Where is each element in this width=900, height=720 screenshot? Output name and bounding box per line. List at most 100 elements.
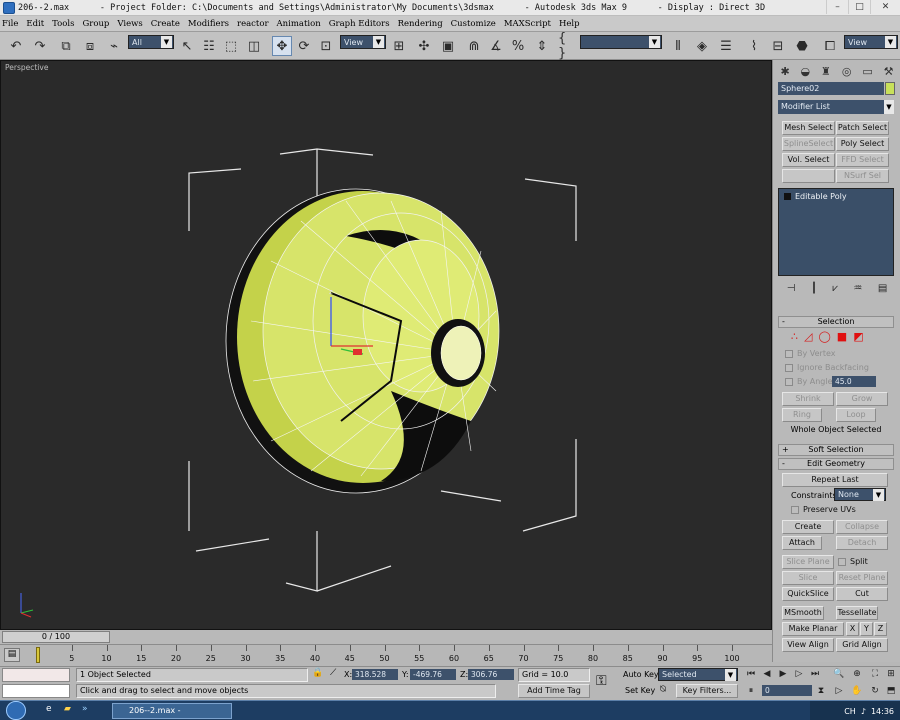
reference-coordinate-dropdown[interactable]: View: [340, 35, 386, 49]
window-crossing-icon[interactable]: ◫: [244, 36, 264, 56]
current-frame-field[interactable]: 0: [762, 685, 812, 696]
selection-region-icon[interactable]: ⬚: [222, 36, 240, 56]
create-button[interactable]: Create: [782, 520, 834, 534]
object-color-swatch[interactable]: [885, 82, 895, 95]
loop-button[interactable]: Loop: [836, 408, 876, 422]
menu-graph-editors[interactable]: Graph Editors: [329, 19, 390, 29]
menu-maxscript[interactable]: MAXScript: [504, 19, 551, 29]
lock-selection-icon[interactable]: 🔒: [312, 668, 323, 678]
remove-modifier-icon[interactable]: ♒: [853, 283, 862, 294]
zoom-all-icon[interactable]: ⊕: [850, 668, 864, 680]
key-filters-button[interactable]: Key Filters...: [676, 684, 738, 698]
polygon-icon[interactable]: ■: [837, 330, 847, 344]
by-vertex-checkbox[interactable]: By Vertex: [785, 349, 835, 358]
poly-select-button[interactable]: Poly Select: [836, 137, 889, 151]
keyboard-shortcut-icon[interactable]: ▣: [438, 36, 458, 56]
border-icon[interactable]: ◯: [818, 330, 830, 344]
nsurf-sel-button[interactable]: NSurf Sel: [836, 169, 889, 183]
ignore-backfacing-checkbox[interactable]: Ignore Backfacing: [785, 363, 869, 372]
language-indicator[interactable]: CH: [844, 707, 856, 716]
set-keys-key-icon[interactable]: ⚿: [596, 673, 607, 689]
modifier-stack[interactable]: Editable Poly: [778, 188, 894, 276]
mesh-select-button[interactable]: Mesh Select: [782, 121, 835, 135]
show-end-result-icon[interactable]: ┃: [811, 283, 817, 294]
z-coord-spinner[interactable]: 306.76: [468, 669, 514, 680]
angle-spinner[interactable]: 45.0: [832, 376, 876, 387]
modifier-list-dropdown[interactable]: Modifier List: [778, 100, 894, 114]
preserve-uvs-checkbox[interactable]: Preserve UVs: [791, 505, 856, 514]
select-by-name-icon[interactable]: ☷: [200, 36, 218, 56]
y-coord-spinner[interactable]: -469.76: [410, 669, 456, 680]
attach-button[interactable]: Attach: [782, 536, 822, 550]
menu-reactor[interactable]: reactor: [237, 19, 269, 29]
time-slider[interactable]: 0 / 100: [2, 631, 110, 643]
ffd-select-button[interactable]: FFD Select: [836, 153, 889, 167]
by-angle-checkbox[interactable]: By Angle:: [785, 377, 835, 386]
play-icon[interactable]: ▶: [776, 668, 790, 680]
named-selection-dropdown[interactable]: [580, 35, 662, 49]
maxscript-output-mini[interactable]: [2, 684, 70, 698]
menu-views[interactable]: Views: [117, 19, 142, 29]
collapse-button[interactable]: Collapse: [836, 520, 888, 534]
time-configuration-icon[interactable]: ⧗: [814, 685, 828, 697]
menu-tools[interactable]: Tools: [52, 19, 74, 29]
utilities-tab-icon[interactable]: ⚒: [884, 65, 894, 78]
configure-sets-icon[interactable]: ▤: [878, 283, 887, 294]
edit-named-selection-icon[interactable]: { }: [558, 31, 578, 61]
zoom-icon[interactable]: 🔍: [832, 668, 846, 680]
clock[interactable]: 14:36: [871, 707, 894, 716]
taskbar-item-3dsmax[interactable]: 206--2.max -: [112, 703, 232, 719]
edit-geometry-rollout-header[interactable]: - Edit Geometry: [778, 458, 894, 470]
start-button[interactable]: [6, 701, 26, 720]
key-mode-icon[interactable]: ⍉: [660, 684, 666, 695]
reset-plane-button[interactable]: Reset Plane: [836, 571, 888, 585]
menu-customize[interactable]: Customize: [451, 19, 496, 29]
angle-snap-icon[interactable]: ∡: [486, 36, 506, 56]
spinner-snap-icon[interactable]: ⇕: [532, 36, 552, 56]
select-and-scale-icon[interactable]: ⊡: [316, 36, 336, 56]
use-pivot-center-icon[interactable]: ⊞: [390, 36, 408, 56]
auto-key-label[interactable]: Auto Key: [623, 670, 659, 679]
slice-button[interactable]: Slice: [782, 571, 834, 585]
view-align-button[interactable]: View Align: [782, 638, 834, 652]
repeat-last-button[interactable]: Repeat Last: [782, 473, 888, 487]
select-and-link-icon[interactable]: ⧉: [56, 36, 76, 56]
select-manipulate-icon[interactable]: ✣: [414, 36, 434, 56]
bind-to-space-warp-icon[interactable]: ⌁: [104, 36, 124, 56]
set-key-label[interactable]: Set Key: [625, 686, 655, 695]
ring-button[interactable]: Ring: [782, 408, 822, 422]
element-icon[interactable]: ◩: [853, 330, 863, 344]
stack-item-editable-poly[interactable]: Editable Poly: [781, 191, 891, 202]
menu-animation[interactable]: Animation: [277, 19, 321, 29]
current-frame-marker[interactable]: [36, 647, 40, 663]
select-and-move-icon[interactable]: ✥: [272, 36, 292, 56]
patch-select-button[interactable]: Patch Select: [836, 121, 889, 135]
menu-group[interactable]: Group: [82, 19, 109, 29]
timeline[interactable]: ▤ 5 10 15 20 25 30 35 40 45 50 55 60 65 70 75 80 85 90 95 1…: [0, 644, 772, 666]
vertex-icon[interactable]: ∴: [791, 330, 798, 344]
quickslice-button[interactable]: QuickSlice: [782, 587, 834, 601]
volume-icon[interactable]: ♪: [861, 707, 866, 716]
zoom-extents-all-icon[interactable]: ⊞: [884, 668, 898, 680]
msmooth-button[interactable]: MSmooth: [782, 606, 824, 620]
maximize-button[interactable]: □: [848, 0, 870, 14]
select-and-rotate-icon[interactable]: ⟳: [294, 36, 314, 56]
hierarchy-tab-icon[interactable]: ♜: [821, 65, 831, 78]
edge-icon[interactable]: ◿: [804, 330, 812, 344]
zoom-extents-icon[interactable]: ⛶: [868, 668, 882, 680]
shrink-button[interactable]: Shrink: [782, 392, 834, 406]
go-to-end-icon[interactable]: ⏭: [808, 668, 822, 680]
pan-view-icon[interactable]: ✋: [850, 685, 864, 697]
undo-icon[interactable]: ↶: [6, 36, 26, 56]
cut-button[interactable]: Cut: [836, 587, 888, 601]
make-planar-button[interactable]: Make Planar: [782, 622, 844, 636]
menu-modifiers[interactable]: Modifiers: [188, 19, 229, 29]
create-tab-icon[interactable]: ✱: [780, 65, 789, 78]
planar-x-button[interactable]: X: [846, 622, 859, 636]
layer-manager-icon[interactable]: ☰: [716, 36, 736, 56]
perspective-viewport[interactable]: Perspective z: [0, 60, 772, 630]
mirror-icon[interactable]: ⫴: [668, 36, 688, 56]
x-coord-spinner[interactable]: 318.528: [352, 669, 398, 680]
menu-edit[interactable]: Edit: [26, 19, 44, 29]
render-scene-icon[interactable]: ⧠: [818, 36, 842, 56]
